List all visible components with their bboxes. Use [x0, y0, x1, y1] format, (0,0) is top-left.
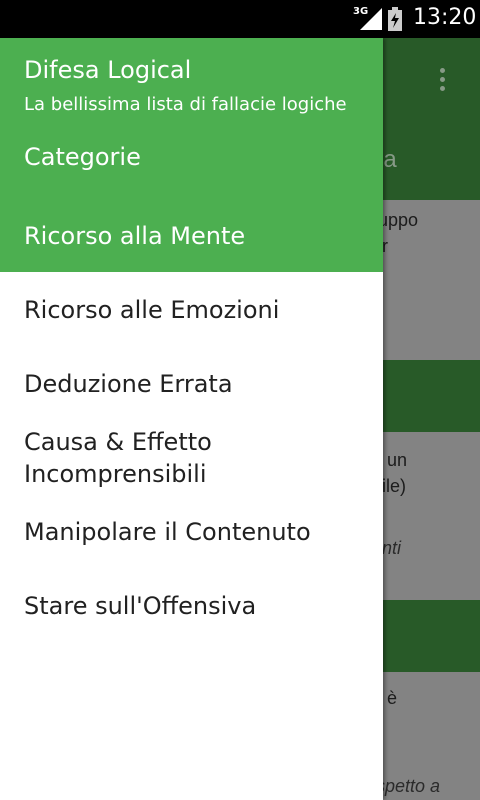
battery-charging-icon	[388, 7, 402, 31]
nav-item-ricorso-alle-emozioni[interactable]: Ricorso alle Emozioni	[24, 294, 279, 326]
clock: 13:20	[413, 5, 477, 30]
nav-item-stare-offensiva[interactable]: Stare sull'Offensiva	[24, 590, 256, 622]
nav-item-manipolare-contenuto[interactable]: Manipolare il Contenuto	[24, 516, 311, 548]
signal-icon	[360, 8, 382, 30]
nav-item-categorie[interactable]: Categorie	[24, 141, 141, 173]
app-title: Difesa Logical	[24, 56, 192, 84]
app-subtitle: La bellissima lista di fallacie logiche	[24, 94, 347, 115]
status-bar: 3G 13:20	[0, 0, 480, 38]
navigation-drawer: Difesa Logical La bellissima lista di fa…	[0, 38, 383, 800]
nav-item-deduzione-errata[interactable]: Deduzione Errata	[24, 368, 233, 400]
nav-item-causa-effetto[interactable]: Causa & Effetto Incomprensibili	[24, 426, 212, 490]
nav-item-ricorso-alla-mente[interactable]: Ricorso alla Mente	[24, 220, 245, 252]
